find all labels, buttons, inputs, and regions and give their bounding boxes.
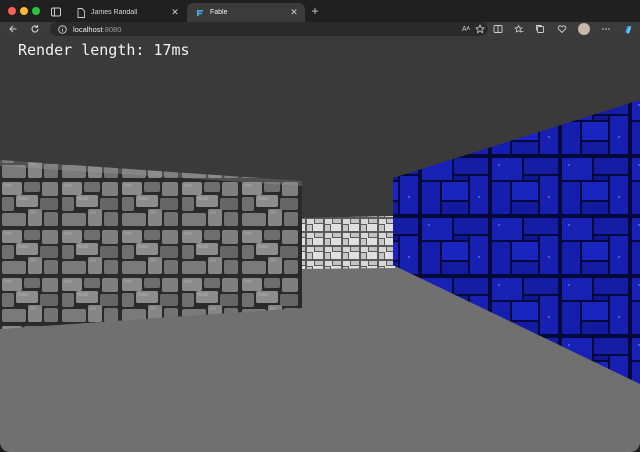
address-bar[interactable]: localhost:8080 AA: [50, 22, 488, 36]
browser-toolbar: localhost:8080 AA: [0, 22, 640, 36]
collections-icon[interactable]: [534, 23, 546, 35]
maximize-window-button[interactable]: [32, 7, 40, 15]
read-aloud-icon[interactable]: AA: [460, 23, 472, 35]
reload-icon[interactable]: [29, 23, 41, 35]
browser-essentials-icon[interactable]: [556, 23, 568, 35]
tab-fable[interactable]: Fable ✕: [187, 3, 305, 22]
favorites-icon[interactable]: [513, 23, 525, 35]
tab-label: Fable: [210, 9, 228, 16]
page-icon: [76, 7, 86, 18]
close-tab-icon[interactable]: ✕: [289, 7, 299, 18]
browser-window: James Randall ✕ Fable ✕ + localhost:8080…: [0, 0, 640, 452]
tab-james-randall[interactable]: James Randall ✕: [68, 3, 186, 22]
left-stone-wall: [0, 160, 302, 329]
url-port: :8080: [102, 24, 122, 34]
far-stone-wall: [300, 216, 395, 269]
close-tab-icon[interactable]: ✕: [170, 7, 180, 18]
fable-favicon-icon: [195, 8, 205, 18]
favorite-star-icon[interactable]: [474, 23, 486, 35]
copilot-icon[interactable]: [622, 23, 634, 35]
tab-label: James Randall: [91, 9, 138, 16]
more-menu-icon[interactable]: [600, 23, 612, 35]
site-info-icon[interactable]: [57, 24, 67, 34]
back-arrow-icon[interactable]: [7, 23, 19, 35]
render-length-label: Render length: 17ms: [18, 41, 190, 59]
minimize-window-button[interactable]: [20, 7, 28, 15]
close-window-button[interactable]: [8, 7, 16, 15]
raycast-scene: [0, 36, 640, 452]
profile-avatar[interactable]: [578, 23, 590, 35]
sidebar-toggle-icon[interactable]: [50, 5, 62, 17]
game-viewport[interactable]: Render length: 17ms: [0, 36, 640, 452]
url-host: localhost: [73, 24, 103, 34]
tab-bar: James Randall ✕ Fable ✕ +: [0, 0, 640, 22]
split-screen-icon[interactable]: [492, 23, 504, 35]
new-tab-plus-icon[interactable]: +: [308, 4, 322, 18]
